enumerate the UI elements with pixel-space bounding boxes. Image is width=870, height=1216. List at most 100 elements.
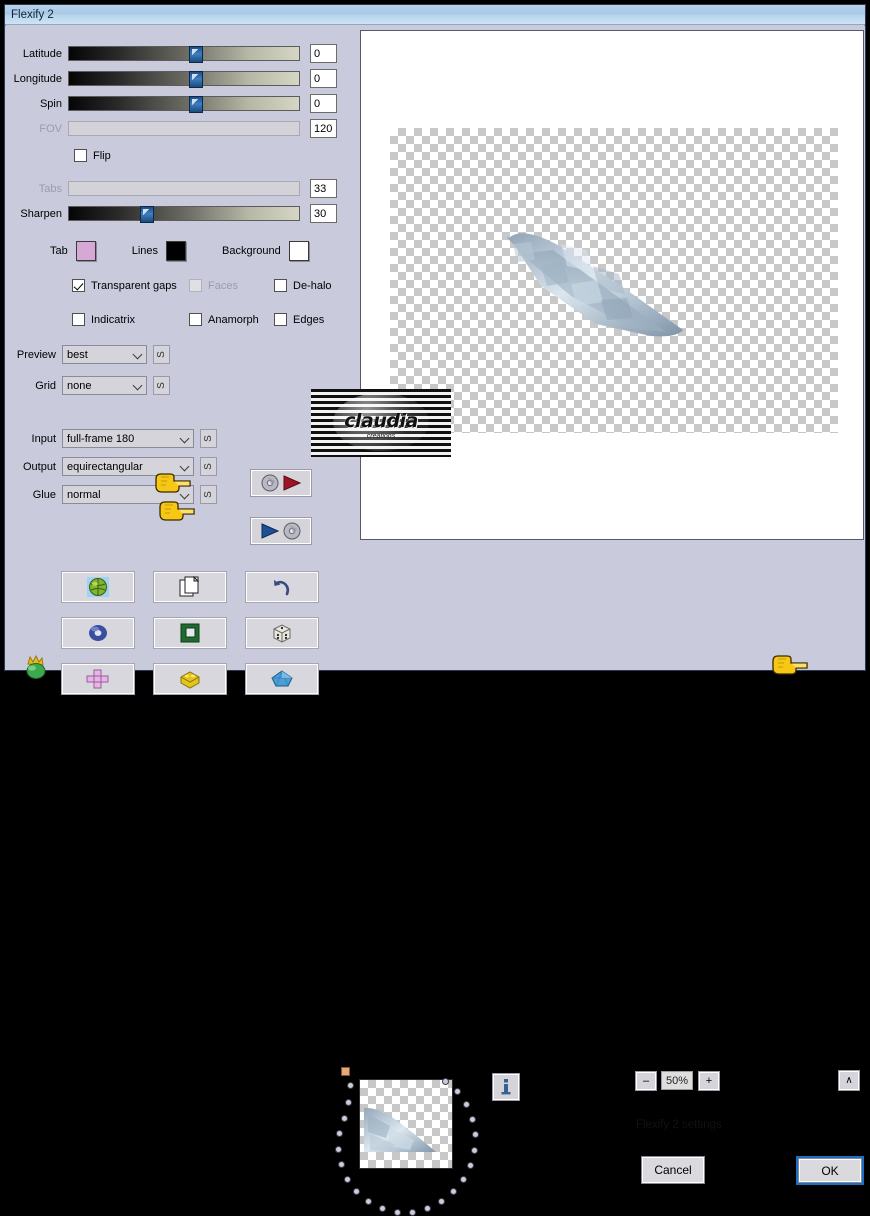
slider-thumb-longitude[interactable]	[188, 71, 203, 88]
thumbnail-preview[interactable]	[359, 1079, 453, 1169]
de-halo-checkbox-box[interactable]	[274, 279, 287, 292]
slider-track-tabs	[68, 181, 300, 196]
pointing-hand-icon	[155, 473, 191, 493]
checkbox-indicatrix[interactable]: Indicatrix	[72, 313, 135, 326]
slider-row-tabs: Tabs 33	[6, 179, 358, 198]
indicatrix-checkbox-box[interactable]	[72, 313, 85, 326]
glue-label: Glue	[32, 488, 56, 501]
anamorph-checkbox-box[interactable]	[189, 313, 202, 326]
preview-select[interactable]: best	[62, 345, 147, 364]
tab-color-label: Tab	[50, 245, 68, 257]
slider-row-latitude: Latitude 0	[6, 44, 358, 63]
collapse-label: ∧	[845, 1075, 853, 1086]
preview-label: Preview	[16, 348, 56, 361]
slider-track-fov	[68, 121, 300, 136]
collapse-button[interactable]: ∧	[839, 1071, 859, 1090]
glue-select-value: normal	[67, 488, 101, 501]
checkbox-edges[interactable]: Edges	[274, 313, 324, 326]
slider-value-latitude[interactable]: 0	[310, 44, 337, 63]
zoom-in-label: +	[705, 1075, 713, 1087]
zoom-out-label: –	[642, 1075, 650, 1087]
output-reset-label: S	[202, 463, 214, 470]
slider-group: Latitude 0 Longitude 0 Spin 0 FOV 120 Fl…	[6, 26, 358, 223]
input-label: Input	[31, 432, 56, 445]
save-settings-button[interactable]	[251, 518, 311, 544]
input-select-row: Input full-frame 180 S	[6, 429, 358, 448]
slider-thumb-spin[interactable]	[188, 96, 203, 113]
slider-value-tabs[interactable]: 33	[310, 179, 337, 198]
output-select-value: equirectangular	[67, 460, 143, 473]
slider-track-longitude[interactable]	[68, 71, 300, 88]
slider-label-latitude: Latitude	[22, 47, 62, 60]
flexify-dialog-window: Flexify 2 Latitude 0 Longitude 0 Spin 0 …	[4, 4, 866, 1216]
lines-color-swatch[interactable]	[166, 241, 187, 261]
faces-label: Faces	[208, 279, 238, 292]
output-reset-button[interactable]: S	[200, 457, 217, 476]
pointing-hand-icon	[159, 501, 195, 521]
grid-label: Grid	[35, 379, 56, 392]
input-select-value: full-frame 180	[67, 432, 135, 445]
thumbnail-shape	[364, 1107, 436, 1152]
background-color-label: Background	[222, 245, 281, 257]
flip-row: Flip	[6, 146, 358, 165]
zoom-level-value: 50%	[665, 1074, 689, 1087]
projected-image-shape	[507, 233, 683, 337]
ok-label: OK	[821, 1163, 839, 1178]
checkbox-group: Transparent gaps Faces De-halo Indicatri…	[6, 279, 358, 341]
checkbox-anamorph[interactable]: Anamorph	[189, 313, 259, 326]
status-text: Flexify 2 settings	[636, 1119, 722, 1131]
checkbox-flip[interactable]: Flip	[74, 149, 111, 162]
preview-select-value: best	[67, 348, 88, 361]
checkbox-transparent-gaps[interactable]: Transparent gaps	[72, 279, 177, 292]
preview-canvas[interactable]	[360, 30, 864, 540]
info-button[interactable]	[493, 1074, 519, 1100]
checkbox-de-halo[interactable]: De-halo	[274, 279, 332, 292]
slider-track-spin[interactable]	[68, 96, 300, 113]
preview-reset-button[interactable]: S	[153, 345, 170, 364]
flip-checkbox-box[interactable]	[74, 149, 87, 162]
slider-thumb-sharpen[interactable]	[140, 206, 155, 223]
de-halo-label: De-halo	[293, 279, 332, 292]
chevron-down-icon	[179, 461, 190, 472]
glue-reset-label: S	[202, 491, 214, 498]
slider-row-sharpen: Sharpen 30	[6, 204, 358, 223]
grid-select-row: Grid none S	[6, 376, 358, 395]
zoom-out-button[interactable]: –	[636, 1072, 656, 1090]
input-reset-button[interactable]: S	[200, 429, 217, 448]
lines-color-label: Lines	[131, 245, 159, 257]
slider-value-fov[interactable]: 120	[310, 119, 337, 138]
tab-color-swatch[interactable]	[75, 241, 96, 261]
thumbnail-corner-handle[interactable]	[341, 1067, 350, 1076]
cancel-button[interactable]: Cancel	[642, 1157, 704, 1183]
edges-checkbox-box[interactable]	[274, 313, 287, 326]
faces-checkbox-box	[189, 279, 202, 292]
load-settings-button[interactable]	[251, 470, 311, 496]
slider-value-spin[interactable]: 0	[310, 94, 337, 113]
chevron-down-icon	[132, 349, 143, 360]
input-select[interactable]: full-frame 180	[62, 429, 194, 448]
hand-cursor-input	[153, 471, 193, 497]
save-settings-icon	[261, 522, 301, 540]
pointing-hand-icon	[772, 655, 808, 675]
transparent-gaps-checkbox-box[interactable]	[72, 279, 85, 292]
ok-button[interactable]: OK	[796, 1156, 864, 1185]
transparent-gaps-label: Transparent gaps	[91, 279, 177, 292]
checkbox-faces: Faces	[189, 279, 238, 292]
slider-value-sharpen[interactable]: 30	[310, 204, 337, 223]
glue-reset-button[interactable]: S	[200, 485, 217, 504]
claudia-watermark: claudia creations	[311, 389, 451, 457]
output-label: Output	[22, 460, 56, 473]
slider-value-longitude[interactable]: 0	[310, 69, 337, 88]
slider-label-longitude: Longitude	[13, 72, 62, 85]
slider-track-latitude[interactable]	[68, 46, 300, 63]
grid-reset-button[interactable]: S	[153, 376, 170, 395]
background-color-swatch[interactable]	[288, 241, 309, 261]
slider-thumb-latitude[interactable]	[188, 46, 203, 63]
grid-select[interactable]: none	[62, 376, 147, 395]
dialog-body: Latitude 0 Longitude 0 Spin 0 FOV 120 Fl…	[5, 26, 865, 1216]
slider-track-sharpen[interactable]	[68, 206, 300, 223]
zoom-in-button[interactable]: +	[699, 1072, 719, 1090]
chevron-down-icon	[179, 433, 190, 444]
watermark-text: claudia	[344, 410, 418, 432]
zoom-level-display[interactable]: 50%	[661, 1071, 693, 1090]
